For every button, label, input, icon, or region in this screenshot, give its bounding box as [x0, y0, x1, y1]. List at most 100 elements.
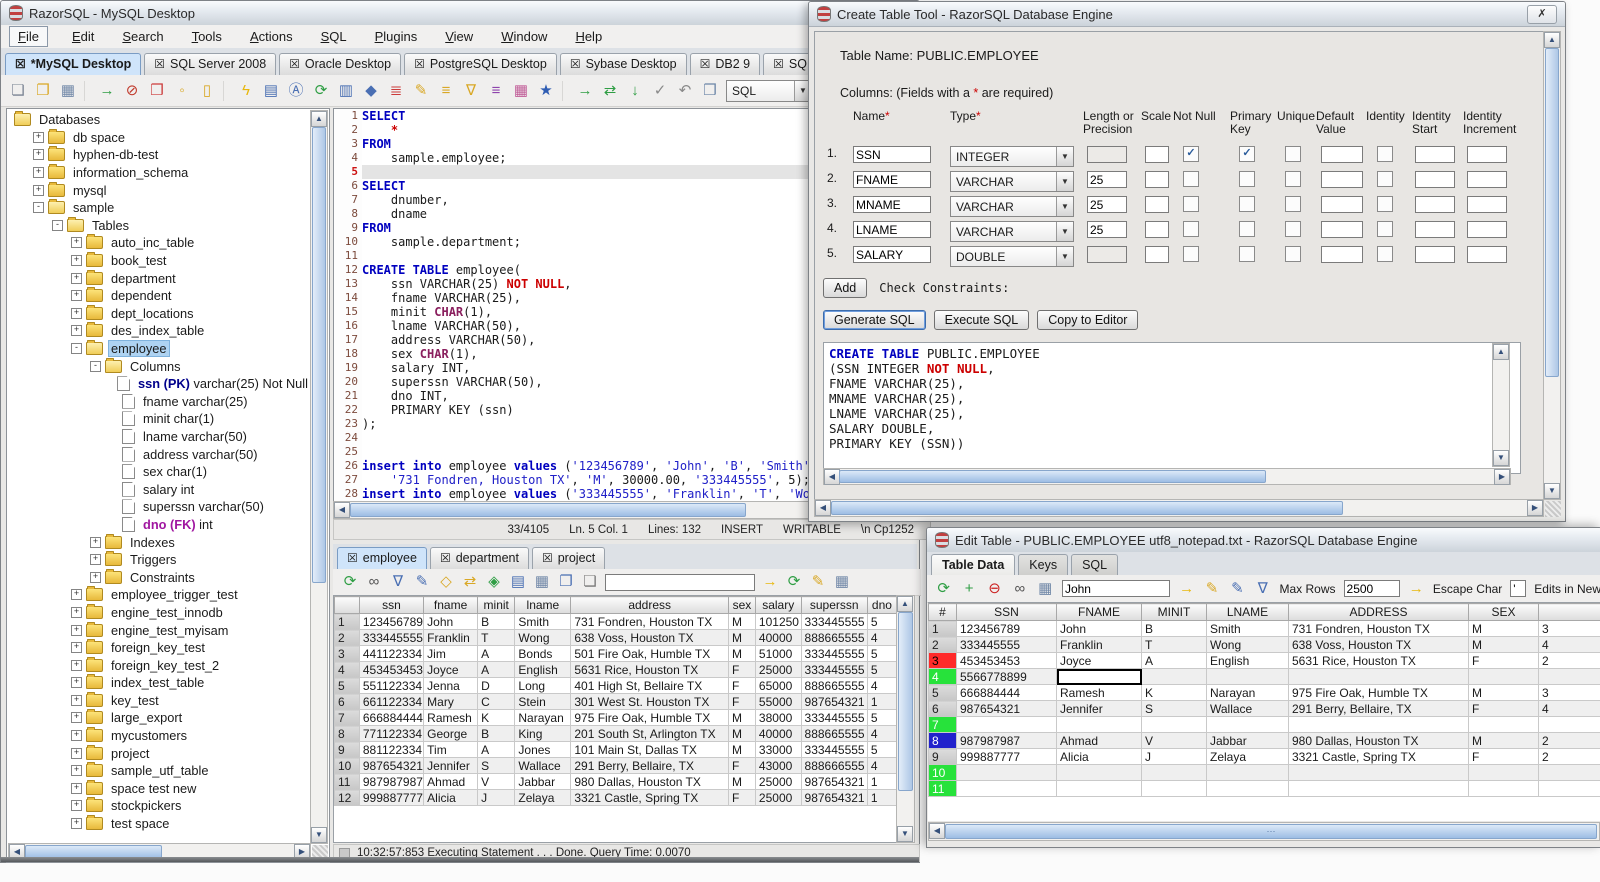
- tree-item-information_schema[interactable]: + information_schema: [8, 164, 311, 182]
- connection-tab-sql-server-2008[interactable]: ☒ SQL Server 2008: [144, 53, 277, 75]
- primary-key-checkbox[interactable]: [1239, 171, 1255, 187]
- cell[interactable]: 333445555: [800, 741, 868, 758]
- default-value-input[interactable]: [1321, 146, 1363, 163]
- cell[interactable]: 123456789: [358, 613, 425, 630]
- swap-rows-icon[interactable]: ⇄: [461, 573, 479, 591]
- export-results-icon[interactable]: ◈: [485, 573, 503, 591]
- column-type-select[interactable]: VARCHAR ▼: [950, 171, 1074, 192]
- cell[interactable]: 888665555: [800, 629, 868, 646]
- cell[interactable]: 40000: [754, 629, 802, 646]
- cell[interactable]: 101 Main St, Dallas TX: [570, 741, 729, 758]
- cell[interactable]: 3: [1538, 684, 1600, 701]
- expand-icon[interactable]: +: [71, 290, 82, 302]
- open-file-icon[interactable]: ❐: [34, 82, 52, 100]
- cell[interactable]: 666884444: [358, 709, 425, 726]
- export-package-icon[interactable]: ◆: [362, 82, 380, 100]
- expand-icon[interactable]: +: [71, 237, 82, 249]
- cell[interactable]: [1206, 780, 1289, 797]
- identity-start-input[interactable]: [1415, 196, 1455, 213]
- edit-tab-keys[interactable]: Keys: [1018, 554, 1069, 575]
- cell[interactable]: 975 Fire Oak, Humble TX: [1288, 684, 1469, 701]
- cell[interactable]: [1206, 764, 1289, 781]
- scale-input[interactable]: [1145, 246, 1169, 263]
- key-columns-icon[interactable]: ◇: [437, 573, 455, 591]
- cell[interactable]: 4: [866, 629, 897, 646]
- main-titlebar[interactable]: RazorSQL - MySQL Desktop: [1, 1, 919, 26]
- cell[interactable]: Jim: [423, 645, 479, 662]
- cell[interactable]: S: [1141, 700, 1207, 717]
- cell[interactable]: [1538, 668, 1600, 685]
- cell[interactable]: Franklin: [1056, 636, 1142, 653]
- cell[interactable]: 987987987: [358, 773, 425, 790]
- cell[interactable]: Tim: [423, 741, 479, 758]
- cell[interactable]: 3321 Castle, Spring TX: [1288, 748, 1469, 765]
- cell[interactable]: M: [1468, 732, 1539, 749]
- expand-icon[interactable]: +: [71, 272, 82, 284]
- cell[interactable]: T: [1141, 636, 1207, 653]
- menu-actions[interactable]: Actions: [246, 27, 297, 46]
- cell[interactable]: Ahmad: [1056, 732, 1142, 749]
- table-row[interactable]: 6 661122334 Mary C Stein 301 West St. Houston…: [334, 693, 897, 710]
- connection-tab--mysql-desktop[interactable]: ☒ *MySQL Desktop: [5, 53, 142, 75]
- cell[interactable]: F: [1468, 748, 1539, 765]
- disconnect-database-icon[interactable]: ⊘: [123, 82, 141, 100]
- cell[interactable]: 881122334: [358, 741, 425, 758]
- tree-item-constraints[interactable]: + Constraints: [8, 568, 311, 586]
- cell[interactable]: 33000: [754, 741, 802, 758]
- create-window-vscrollbar[interactable]: ▲ ▼: [1543, 31, 1561, 500]
- cell[interactable]: 5: [866, 741, 897, 758]
- row-number[interactable]: 10: [334, 757, 360, 774]
- table-row[interactable]: 12 999887777 Alicia J Zelaya 3321 Castle, Spr…: [334, 789, 897, 806]
- tree-item-project[interactable]: + project: [8, 744, 311, 762]
- tab-close-icon[interactable]: ☒: [700, 54, 711, 75]
- row-number-gray[interactable]: 2: [928, 636, 957, 653]
- scale-input[interactable]: [1145, 221, 1169, 238]
- length-precision-input[interactable]: [1087, 146, 1127, 163]
- tab-close-icon[interactable]: ☒: [347, 548, 358, 569]
- tree-item-dependent[interactable]: + dependent: [8, 287, 311, 305]
- expand-icon[interactable]: +: [90, 536, 101, 548]
- focused-cell[interactable]: [1056, 668, 1142, 685]
- expand-icon[interactable]: +: [71, 747, 82, 759]
- expand-icon[interactable]: +: [71, 659, 82, 671]
- cell[interactable]: 201 South St, Arlington TX: [570, 725, 729, 742]
- length-precision-input[interactable]: [1087, 171, 1127, 188]
- not-null-checkbox[interactable]: [1183, 246, 1199, 262]
- row-number[interactable]: 1: [334, 613, 360, 630]
- tree-item-fname-varchar-25-[interactable]: fname varchar(25): [8, 393, 311, 411]
- scroll-up-icon[interactable]: ▲: [1544, 32, 1560, 48]
- describe-results-icon[interactable]: ▤: [509, 573, 527, 591]
- table-row[interactable]: 9 999887777 Alicia J Zelaya 3321 Castle, Spri…: [928, 748, 1600, 765]
- refresh-table-icon[interactable]: ⟳: [935, 580, 952, 598]
- expand-icon[interactable]: +: [71, 642, 82, 654]
- cell[interactable]: 4: [1538, 636, 1600, 653]
- primary-key-checkbox[interactable]: [1239, 246, 1255, 262]
- execute-all-icon[interactable]: ⇄: [601, 82, 619, 100]
- filter-results-icon[interactable]: ∇: [389, 573, 407, 591]
- expand-icon[interactable]: +: [71, 307, 82, 319]
- highlight-icon[interactable]: ✎: [1203, 580, 1220, 598]
- primary-key-checked-checkbox[interactable]: ✓: [1239, 146, 1255, 162]
- row-number[interactable]: 6: [334, 693, 360, 710]
- cell[interactable]: M: [727, 629, 756, 646]
- tree-item-index_test_table[interactable]: + index_test_table: [8, 674, 311, 692]
- tree-item-sample_utf_table[interactable]: + sample_utf_table: [8, 762, 311, 780]
- save-edits-icon[interactable]: ▦: [1037, 580, 1054, 598]
- tree-item-mysql[interactable]: + mysql: [8, 181, 311, 199]
- cell[interactable]: [956, 764, 1057, 781]
- cell[interactable]: 65000: [754, 677, 802, 694]
- results-search-input[interactable]: [605, 573, 755, 591]
- table-row[interactable]: 1 123456789 John B Smith 731 Fondren, Houston…: [334, 613, 897, 630]
- table-row[interactable]: 2 333445555 Franklin T Wong 638 Voss, Houston…: [334, 629, 897, 646]
- expand-icon[interactable]: +: [71, 818, 82, 830]
- cell[interactable]: 43000: [754, 757, 802, 774]
- database-icon[interactable]: ▯: [198, 82, 216, 100]
- cell[interactable]: 731 Fondren, Houston TX: [1288, 620, 1469, 637]
- button-execute-sql[interactable]: Execute SQL: [933, 310, 1030, 330]
- cell[interactable]: [1538, 716, 1600, 733]
- cell[interactable]: K: [1141, 684, 1207, 701]
- export-table-icon[interactable]: ⟳: [785, 573, 803, 591]
- cell[interactable]: V: [1141, 732, 1207, 749]
- expand-icon[interactable]: +: [33, 131, 44, 143]
- find-text-icon[interactable]: Ⓐ: [287, 82, 305, 100]
